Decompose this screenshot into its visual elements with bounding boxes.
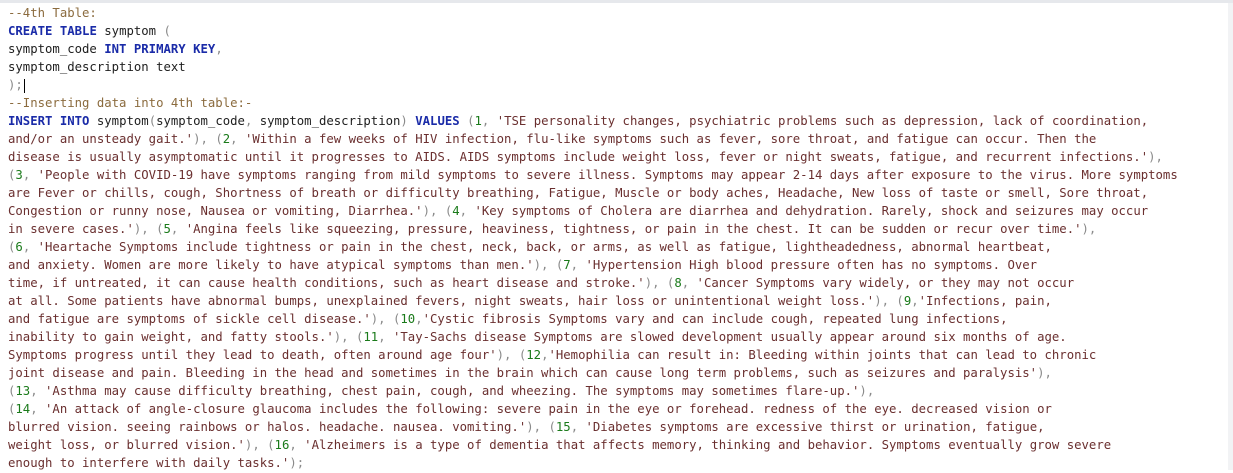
- code-line: blurred vision. seeing rainbows or halos…: [8, 420, 1045, 434]
- code-line: Congestion or runny nose, Nausea or vomi…: [8, 204, 1149, 218]
- code-line: symptom_code INT PRIMARY KEY,: [8, 42, 223, 56]
- code-line: CREATE TABLE symptom (: [8, 24, 171, 38]
- code-line: (3, 'People with COVID-19 have symptoms …: [8, 168, 1178, 182]
- code-line: joint disease and pain. Bleeding in the …: [8, 366, 1052, 380]
- vertical-scrollbar[interactable]: [1228, 3, 1233, 470]
- code-line: (6, 'Heartache Symptoms include tightnes…: [8, 240, 1052, 254]
- code-line: are Fever or chills, cough, Shortness of…: [8, 186, 1149, 200]
- code-line: time, if untreated, it can cause health …: [8, 276, 1075, 290]
- editor-top-border: [0, 0, 1233, 3]
- code-line: in severe cases.'), (5, 'Angina feels li…: [8, 222, 1097, 236]
- code-line: and fatigue are symptoms of sickle cell …: [8, 312, 1008, 326]
- code-line: weight loss, or blurred vision.'), (16, …: [8, 438, 1112, 452]
- code-line: disease is usually asymptomatic until it…: [8, 150, 1163, 164]
- code-line: enough to interfere with daily tasks.');: [8, 456, 305, 470]
- sql-editor[interactable]: --4th Table: CREATE TABLE symptom ( sympto…: [0, 0, 1233, 473]
- code-line: Symptoms progress until they lead to dea…: [8, 348, 1097, 362]
- code-line: (14, 'An attack of angle-closure glaucom…: [8, 402, 1052, 416]
- code-line: --Inserting data into 4th table:-: [8, 96, 253, 110]
- code-line: symptom_description text: [8, 60, 186, 74]
- text-caret: [23, 78, 25, 93]
- code-area[interactable]: --4th Table: CREATE TABLE symptom ( sympto…: [8, 4, 1227, 470]
- code-line: and anxiety. Women are more likely to ha…: [8, 258, 1038, 272]
- code-line: at all. Some patients have abnormal bump…: [8, 294, 1052, 308]
- code-line: and/or an unsteady gait.'), (2, 'Within …: [8, 132, 1097, 146]
- code-line: inability to gain weight, and fatty stoo…: [8, 330, 1067, 344]
- code-line: INSERT INTO symptom(symptom_code, sympto…: [8, 114, 1149, 128]
- code-line: (13, 'Asthma may cause difficulty breath…: [8, 384, 875, 398]
- code-line: --4th Table:: [8, 6, 97, 20]
- code-line: );: [8, 78, 25, 93]
